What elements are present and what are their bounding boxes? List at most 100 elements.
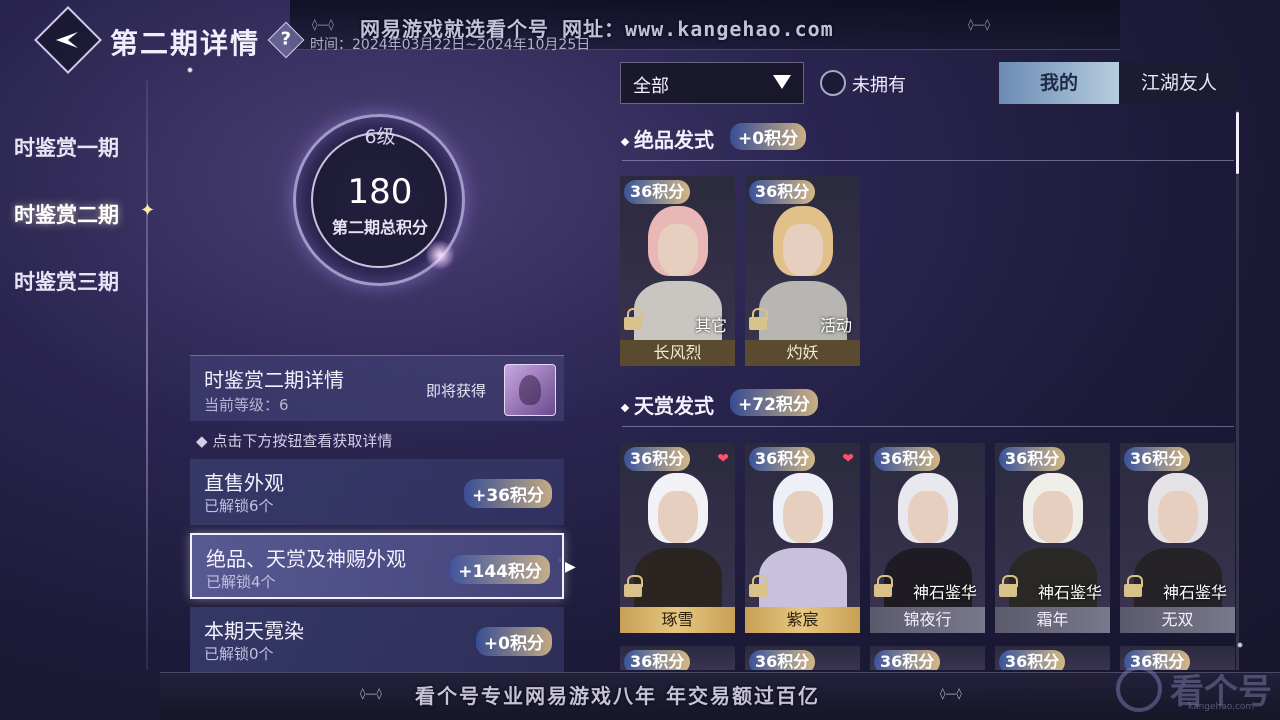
portrait-face: [783, 224, 823, 276]
portrait-face: [908, 491, 948, 543]
category-name: 绝品、天赏及神赐外观: [206, 547, 406, 571]
card-source: 神石鉴华: [1162, 583, 1227, 602]
lock-icon: [999, 575, 1018, 597]
card-name: 锦夜行: [870, 607, 985, 633]
hairstyle-card[interactable]: 36积分 ❤ 紫宸: [745, 443, 860, 633]
heart-icon: ❤: [842, 451, 854, 467]
period-detail-box[interactable]: 时鉴赏二期详情 当前等级：6 即将获得: [190, 355, 564, 421]
card-source: 神石鉴华: [1037, 583, 1102, 602]
category-dye[interactable]: 本期天霓染 已解锁0个 +0积分: [190, 607, 564, 673]
card-name: 长风烈: [620, 340, 735, 366]
dropdown-arrow-icon: [773, 75, 791, 89]
hairstyle-card-partial[interactable]: 36积分: [620, 646, 735, 670]
hairstyle-card[interactable]: 36积分 活动 灼妖: [745, 176, 860, 366]
category-name: 本期天霓染: [204, 619, 304, 643]
tab-mine[interactable]: 我的: [999, 62, 1119, 104]
category-points: +0积分: [475, 627, 552, 656]
section-points: +0积分: [730, 123, 807, 150]
scrollbar-track[interactable]: [1236, 110, 1239, 670]
active-sparkle-icon: ✦: [140, 200, 156, 221]
category-direct-sale[interactable]: 直售外观 已解锁6个 +36积分: [190, 459, 564, 525]
selected-arrow-icon: ▶: [565, 559, 576, 575]
back-arrow-icon: [56, 32, 78, 48]
card-points: 36积分: [999, 447, 1066, 471]
portrait-face: [658, 224, 698, 276]
card-points: 36积分: [624, 447, 691, 471]
detail-soon-label: 即将获得: [426, 382, 487, 400]
hairstyle-card-partial[interactable]: 36积分: [995, 646, 1110, 670]
portrait-face: [658, 491, 698, 543]
back-button[interactable]: [34, 6, 102, 74]
card-points: 36积分: [749, 180, 816, 204]
hairstyle-card[interactable]: 36积分 其它 长风烈: [620, 176, 735, 366]
category-unlocked: 已解锁4个: [206, 573, 276, 591]
sidebar-divider: [146, 80, 148, 670]
section-title-juepin: 绝品发式: [620, 124, 714, 153]
banner-diamond-right: ◊—◊: [940, 687, 962, 700]
section-title-text: 绝品发式: [634, 128, 714, 152]
watermark-bottom: 看个号专业网易游戏八年 年交易额过百亿: [415, 684, 820, 708]
card-points: 36积分: [624, 650, 691, 670]
card-source: 神石鉴华: [912, 583, 977, 602]
category-name: 直售外观: [204, 471, 284, 495]
lock-icon: [874, 575, 893, 597]
hint-text: ◆ 点击下方按钮查看获取详情: [196, 432, 393, 450]
unowned-label[interactable]: 未拥有: [852, 71, 906, 97]
reward-thumbnail[interactable]: [504, 364, 556, 416]
section-title-text: 天赏发式: [634, 394, 714, 418]
hairstyle-card-partial[interactable]: 36积分: [870, 646, 985, 670]
hairstyle-card-partial[interactable]: 36积分: [745, 646, 860, 670]
card-points: 36积分: [749, 650, 816, 670]
banner-diamond-right: ◊—◊: [968, 18, 990, 31]
sidebar-item-period-3[interactable]: 时鉴赏三期: [14, 266, 119, 296]
sidebar-item-period-1[interactable]: 时鉴赏一期: [14, 132, 119, 162]
category-unlocked: 已解锁0个: [204, 645, 274, 663]
logo-subtext: kangehao.com: [1188, 702, 1255, 712]
scrollbar-thumb[interactable]: [1236, 112, 1239, 174]
lock-icon: [749, 575, 768, 597]
score-ring: 6级 180 第二期总积分: [275, 110, 485, 290]
lock-icon: [624, 308, 643, 330]
ring-glow: [425, 240, 455, 270]
ring-score: 180: [347, 172, 413, 212]
card-source: 其它: [694, 316, 727, 335]
hairstyle-card[interactable]: 36积分神石鉴华锦夜行: [870, 443, 985, 633]
card-points: 36积分: [874, 447, 941, 471]
detail-title: 时鉴赏二期详情: [204, 368, 344, 392]
sidebar-item-period-2[interactable]: 时鉴赏二期: [14, 199, 119, 229]
question-icon: ?: [280, 28, 292, 50]
lock-icon: [1124, 575, 1143, 597]
section-divider: [622, 160, 1234, 161]
ring-level: 6级: [364, 126, 396, 148]
section-divider: [622, 426, 1234, 427]
portrait-face: [783, 491, 823, 543]
card-name: 琢雪: [620, 607, 735, 633]
card-name: 无双: [1120, 607, 1235, 633]
banner-diamond-left: ◊—◊: [312, 18, 334, 31]
banner-diamond-left: ◊—◊: [360, 687, 382, 700]
heart-icon: ❤: [717, 451, 729, 467]
page-title: 第二期详情: [110, 27, 261, 60]
category-points: +144积分: [450, 555, 550, 584]
section-points: +72积分: [730, 389, 818, 416]
section-title-tianshang: 天赏发式: [620, 390, 714, 419]
unowned-radio[interactable]: [820, 70, 846, 96]
card-name: 紫宸: [745, 607, 860, 633]
site-logo: 看个号 kangehao.com: [1108, 660, 1278, 718]
category-premium[interactable]: 绝品、天赏及神赐外观 已解锁4个 +144积分: [190, 533, 564, 599]
portrait-face: [1158, 491, 1198, 543]
lock-icon: [749, 308, 768, 330]
card-points: 36积分: [999, 650, 1066, 670]
hairstyle-card[interactable]: 36积分 神石鉴华 无双: [1120, 443, 1235, 633]
bullet-icon: [620, 403, 630, 412]
logo-ring-icon: [1116, 666, 1162, 712]
tab-friends[interactable]: 江湖友人: [1119, 62, 1239, 104]
lock-icon: [624, 575, 643, 597]
portrait-face: [1033, 491, 1073, 543]
filter-dropdown[interactable]: 全部: [620, 62, 804, 104]
hairstyle-card[interactable]: 36积分神石鉴华霜年: [995, 443, 1110, 633]
detail-level: 当前等级：6: [204, 396, 289, 414]
card-points: 36积分: [749, 447, 816, 471]
hairstyle-card[interactable]: 36积分 ❤ 琢雪: [620, 443, 735, 633]
card-name: 霜年: [995, 607, 1110, 633]
